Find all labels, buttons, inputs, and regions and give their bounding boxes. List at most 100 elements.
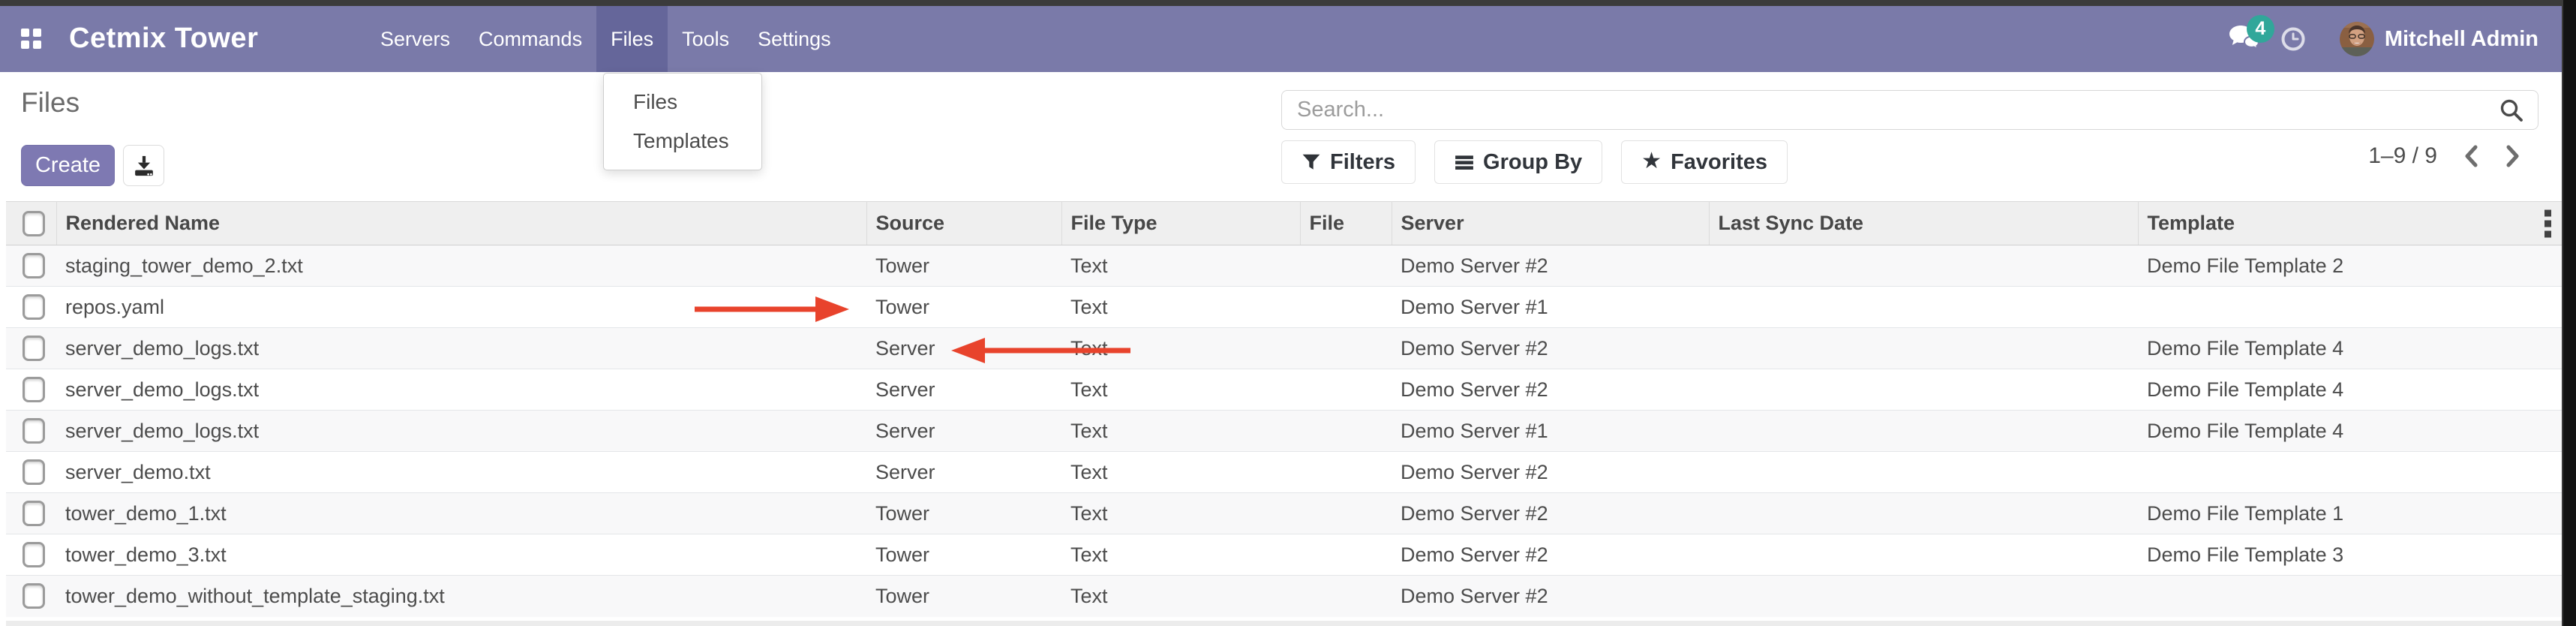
cell-file[interactable] — [1300, 452, 1392, 493]
column-header-rendered-name[interactable]: Rendered Name — [56, 202, 866, 245]
row-checkbox[interactable] — [23, 501, 45, 526]
column-header-server[interactable]: Server — [1392, 202, 1709, 245]
table-row[interactable]: server_demo.txtServerTextDemo Server #2 — [6, 452, 2562, 493]
cell-file[interactable] — [1300, 245, 1392, 287]
cell-template[interactable]: Demo File Template 3 — [2138, 534, 2562, 576]
activities-clock-icon[interactable] — [2281, 27, 2305, 51]
cell-template[interactable]: Demo File Template 2 — [2138, 245, 2562, 287]
nav-item-settings[interactable]: Settings — [743, 6, 845, 72]
cell-template[interactable] — [2138, 287, 2562, 328]
cell-file-type[interactable]: Text — [1061, 411, 1300, 452]
row-checkbox[interactable] — [23, 459, 45, 485]
row-checkbox[interactable] — [23, 418, 45, 444]
pager-previous-button[interactable] — [2463, 144, 2479, 168]
cell-source[interactable]: Tower — [866, 287, 1061, 328]
user-menu[interactable]: Mitchell Admin — [2385, 27, 2538, 52]
cell-last-sync-date[interactable] — [1709, 411, 2138, 452]
column-header-file[interactable]: File — [1300, 202, 1392, 245]
cell-server[interactable]: Demo Server #2 — [1392, 245, 1709, 287]
search-input[interactable] — [1282, 98, 2499, 122]
cell-rendered-name[interactable]: server_demo.txt — [56, 452, 866, 493]
nav-item-servers[interactable]: Servers — [366, 6, 464, 72]
cell-file[interactable] — [1300, 493, 1392, 534]
row-checkbox[interactable] — [23, 583, 45, 609]
cell-source[interactable]: Tower — [866, 245, 1061, 287]
optional-columns-toggle-icon[interactable] — [2544, 209, 2551, 237]
cell-rendered-name[interactable]: staging_tower_demo_2.txt — [56, 245, 866, 287]
row-checkbox[interactable] — [23, 294, 45, 320]
cell-template[interactable] — [2138, 452, 2562, 493]
cell-file[interactable] — [1300, 411, 1392, 452]
select-all-checkbox[interactable] — [23, 211, 45, 236]
cell-template[interactable]: Demo File Template 1 — [2138, 493, 2562, 534]
cell-source[interactable]: Tower — [866, 576, 1061, 617]
table-row[interactable]: tower_demo_without_template_staging.txtT… — [6, 576, 2562, 617]
cell-source[interactable]: Tower — [866, 493, 1061, 534]
cell-rendered-name[interactable]: repos.yaml — [56, 287, 866, 328]
cell-server[interactable]: Demo Server #2 — [1392, 493, 1709, 534]
cell-server[interactable]: Demo Server #2 — [1392, 452, 1709, 493]
cell-last-sync-date[interactable] — [1709, 328, 2138, 369]
row-checkbox[interactable] — [23, 377, 45, 402]
cell-source[interactable]: Server — [866, 328, 1061, 369]
cell-last-sync-date[interactable] — [1709, 369, 2138, 411]
nav-item-files[interactable]: Files — [596, 6, 668, 72]
row-checkbox[interactable] — [23, 336, 45, 361]
cell-source[interactable]: Tower — [866, 534, 1061, 576]
cell-server[interactable]: Demo Server #1 — [1392, 287, 1709, 328]
create-button[interactable]: Create — [21, 145, 115, 186]
dropdown-item-templates[interactable]: Templates — [604, 122, 761, 161]
cell-template[interactable] — [2138, 576, 2562, 617]
cell-file[interactable] — [1300, 369, 1392, 411]
cell-file[interactable] — [1300, 328, 1392, 369]
user-avatar[interactable] — [2340, 22, 2374, 56]
filters-button[interactable]: Filters — [1281, 140, 1416, 184]
cell-rendered-name[interactable]: server_demo_logs.txt — [56, 328, 866, 369]
cell-last-sync-date[interactable] — [1709, 452, 2138, 493]
cell-rendered-name[interactable]: tower_demo_3.txt — [56, 534, 866, 576]
cell-file[interactable] — [1300, 287, 1392, 328]
export-button[interactable] — [123, 145, 164, 186]
cell-template[interactable]: Demo File Template 4 — [2138, 328, 2562, 369]
table-row[interactable]: staging_tower_demo_2.txtTowerText Demo Se… — [6, 245, 2562, 287]
cell-server[interactable]: Demo Server #2 — [1392, 576, 1709, 617]
cell-server[interactable]: Demo Server #2 — [1392, 534, 1709, 576]
cell-file[interactable] — [1300, 576, 1392, 617]
cell-rendered-name[interactable]: tower_demo_without_template_staging.txt — [56, 576, 866, 617]
cell-template[interactable]: Demo File Template 4 — [2138, 411, 2562, 452]
cell-last-sync-date[interactable] — [1709, 534, 2138, 576]
table-row[interactable]: tower_demo_3.txtTowerText Demo Server #2 D… — [6, 534, 2562, 576]
table-row[interactable]: tower_demo_1.txtTowerText Demo Server #2 D… — [6, 493, 2562, 534]
cell-last-sync-date[interactable] — [1709, 493, 2138, 534]
cell-rendered-name[interactable]: tower_demo_1.txt — [56, 493, 866, 534]
table-row[interactable]: server_demo_logs.txtServerTextDemo Serve… — [6, 369, 2562, 411]
row-checkbox[interactable] — [23, 542, 45, 567]
cell-file-type[interactable]: Text — [1061, 245, 1300, 287]
cell-rendered-name[interactable]: server_demo_logs.txt — [56, 411, 866, 452]
row-checkbox[interactable] — [23, 253, 45, 278]
cell-file[interactable] — [1300, 534, 1392, 576]
favorites-button[interactable]: ★ Favorites — [1621, 140, 1788, 184]
cell-file-type[interactable]: Text — [1061, 534, 1300, 576]
nav-item-tools[interactable]: Tools — [668, 6, 743, 72]
cell-source[interactable]: Server — [866, 369, 1061, 411]
dropdown-item-files[interactable]: Files — [604, 83, 761, 122]
cell-file-type[interactable]: Text — [1061, 287, 1300, 328]
cell-last-sync-date[interactable] — [1709, 287, 2138, 328]
cell-rendered-name[interactable]: server_demo_logs.txt — [56, 369, 866, 411]
cell-file-type[interactable]: Text — [1061, 493, 1300, 534]
table-row[interactable]: server_demo_logs.txtServerTextDemo Serve… — [6, 411, 2562, 452]
nav-item-commands[interactable]: Commands — [464, 6, 596, 72]
cell-file-type[interactable]: Text — [1061, 576, 1300, 617]
table-row[interactable]: server_demo_logs.txtServerTextDemo Serve… — [6, 328, 2562, 369]
column-header-template[interactable]: Template — [2138, 202, 2562, 245]
messages-icon[interactable]: 4 — [2227, 24, 2262, 54]
group-by-button[interactable]: Group By — [1434, 140, 1602, 184]
apps-grid-icon[interactable] — [21, 29, 41, 49]
cell-file-type[interactable]: Text — [1061, 328, 1300, 369]
search-icon[interactable] — [2499, 98, 2524, 123]
column-header-last-sync-date[interactable]: Last Sync Date — [1709, 202, 2138, 245]
app-brand[interactable]: Cetmix Tower — [69, 23, 258, 55]
cell-file-type[interactable]: Text — [1061, 369, 1300, 411]
cell-file-type[interactable]: Text — [1061, 452, 1300, 493]
